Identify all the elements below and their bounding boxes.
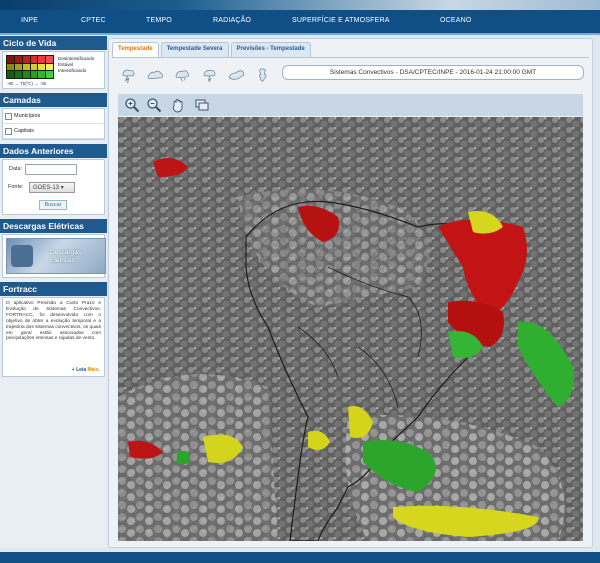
chevron-down-icon: ▾ <box>60 185 64 191</box>
nav-inpe[interactable]: INPE <box>21 17 38 24</box>
tab-bar: Tempestade Tempestade Severa Previsões -… <box>112 42 311 57</box>
municipios-checkbox[interactable] <box>5 112 12 120</box>
date-input[interactable] <box>25 164 77 175</box>
camadas-title: Camadas <box>0 93 107 107</box>
storm-icon-4[interactable] <box>200 66 219 84</box>
satellite-image <box>118 117 583 541</box>
map-toolbar <box>118 94 583 116</box>
leia-mais-link[interactable]: + Leia Mais. <box>71 367 100 374</box>
ciclo-title: Ciclo de Vida <box>0 36 107 50</box>
zoom-out-icon[interactable] <box>146 97 162 113</box>
top-banner <box>0 0 600 10</box>
tb-scale: -80 ← Tb(ºC) → -36 <box>7 81 47 86</box>
fonte-value: GOES-13 <box>33 185 60 191</box>
lightning-icon <box>11 245 33 267</box>
buscar-button[interactable]: Buscar <box>39 200 67 210</box>
nav-superficie[interactable]: SUPERFÍCIE E ATMOSFERA <box>292 17 390 24</box>
capitais-checkbox[interactable] <box>5 127 12 135</box>
ciclo-legend: Desintensificando Estável Intensificando <box>58 56 94 74</box>
nav-oceano[interactable]: OCEANO <box>440 17 472 24</box>
satellite-map[interactable] <box>118 117 583 541</box>
camadas-panel: Municípios Capitais <box>2 108 105 140</box>
storm-icon-6[interactable] <box>254 66 273 84</box>
municipios-label: Municípios <box>14 113 41 119</box>
nav-radiacao[interactable]: RADIAÇÃO <box>213 17 251 24</box>
dados-title: Dados Anteriores <box>0 144 107 158</box>
fortracc-text: O aplicativo Previsão a Curto Prazo e Ev… <box>6 301 101 342</box>
layers-icon[interactable] <box>194 97 210 113</box>
zoom-in-icon[interactable] <box>124 97 140 113</box>
capitais-label: Capitais <box>14 128 34 134</box>
descargas-panel: Descargas Elétricas <box>2 234 106 278</box>
tab-previsoes[interactable]: Previsões - Tempestade <box>230 42 311 57</box>
date-label: Data: <box>9 166 23 172</box>
tab-tempestade-severa[interactable]: Tempestade Severa <box>160 42 229 57</box>
tab-tempestade[interactable]: Tempestade <box>112 42 159 57</box>
storm-icon-5[interactable] <box>227 66 246 84</box>
lifecycle-legend-image <box>6 55 54 79</box>
nav-tempo[interactable]: TEMPO <box>146 17 172 24</box>
status-bar: Sistemas Convectivos - DSA/CPTEC/INPE - … <box>282 65 584 80</box>
layer-municipios[interactable]: Municípios <box>3 109 104 124</box>
tab-underline <box>112 57 589 58</box>
product-icons <box>119 66 273 84</box>
descargas-banner-text: Descargas Elétricas <box>50 249 82 264</box>
ciclo-panel: Desintensificando Estável Intensificando… <box>2 51 105 89</box>
storm-icon-1[interactable] <box>119 66 138 84</box>
dados-panel: Data: Fonte: GOES-13 ▾ Buscar <box>2 159 105 215</box>
fonte-select[interactable]: GOES-13 ▾ <box>29 182 75 193</box>
top-navigation: INPE CPTEC TEMPO RADIAÇÃO SUPERFÍCIE E A… <box>0 10 600 35</box>
fonte-label: Fonte: <box>8 184 24 190</box>
descargas-title: Descargas Elétricas <box>0 219 107 233</box>
storm-icon-3[interactable] <box>173 66 192 84</box>
pan-hand-icon[interactable] <box>170 97 186 113</box>
leia-link-text: Mais. <box>87 367 100 374</box>
fortracc-title: Fortracc <box>0 282 107 296</box>
leia-prefix: + Leia <box>71 367 88 374</box>
layer-capitais[interactable]: Capitais <box>3 124 104 139</box>
left-sidebar: Ciclo de Vida Desintensificando Estável … <box>0 36 107 548</box>
storm-icon-2[interactable] <box>146 66 165 84</box>
main-panel: Tempestade Tempestade Severa Previsões -… <box>108 38 593 548</box>
footer-bar <box>0 552 600 563</box>
descargas-banner[interactable]: Descargas Elétricas <box>6 238 106 274</box>
fortracc-panel: O aplicativo Previsão a Curto Prazo e Ev… <box>2 297 105 377</box>
nav-cptec[interactable]: CPTEC <box>81 17 106 24</box>
legend-intensificando: Intensificando <box>58 68 87 73</box>
